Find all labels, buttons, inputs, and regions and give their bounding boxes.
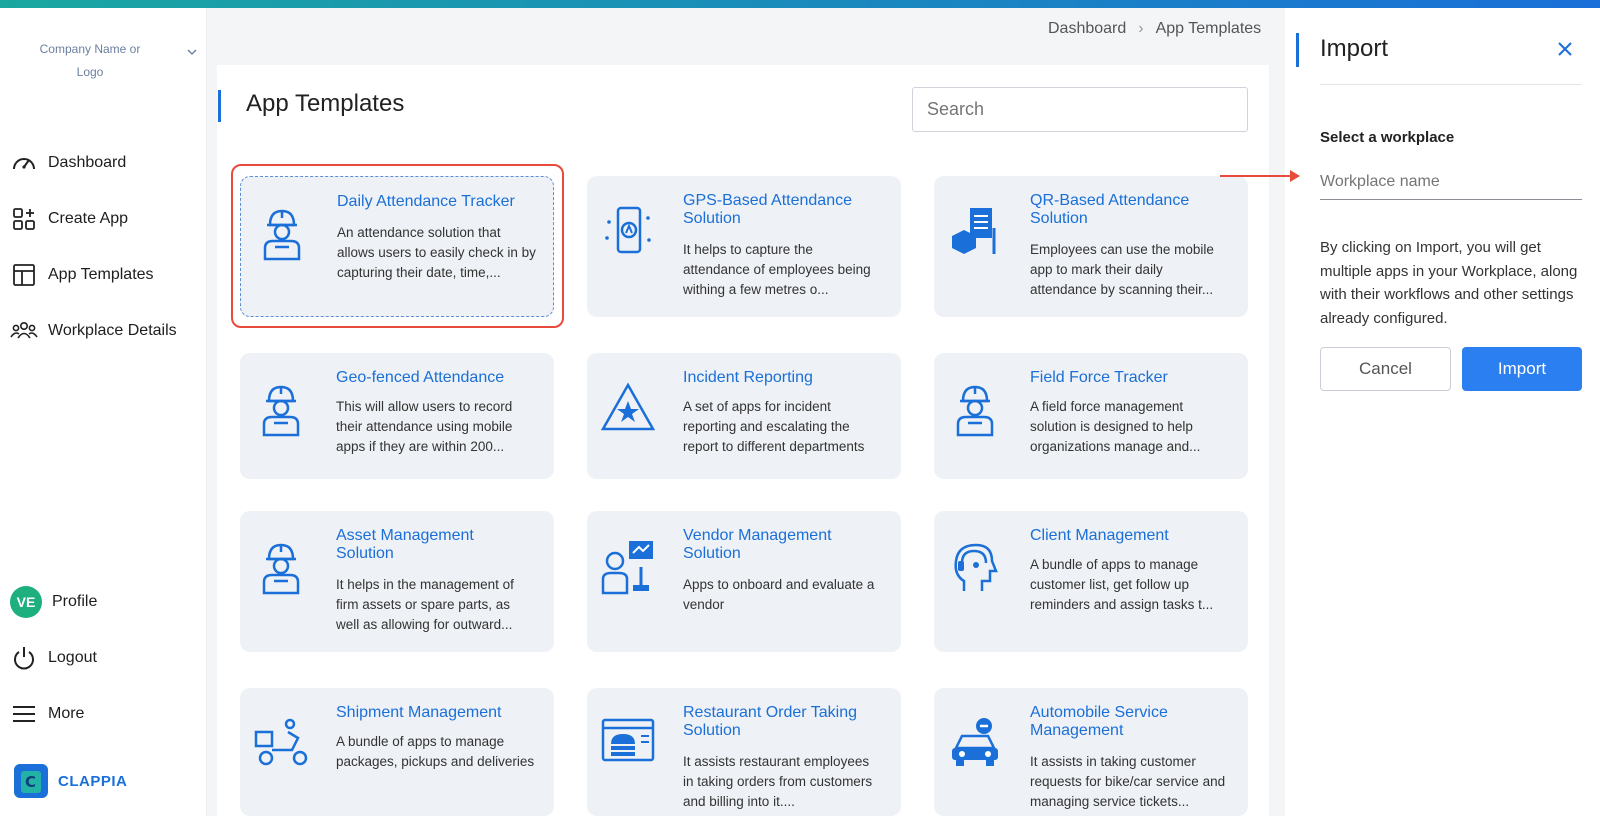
create-app-grid-icon — [10, 205, 38, 233]
template-card-shipment-management[interactable]: Shipment Management A bundle of apps to … — [240, 688, 554, 816]
card-title: Client Management — [1030, 527, 1169, 544]
card-description: A field force management solution is des… — [1030, 399, 1201, 454]
card-title: Restaurant Order Taking Solution — [683, 704, 858, 739]
card-description: It assists restaurant employees in takin… — [683, 754, 873, 809]
card-description: This will allow users to record their at… — [336, 399, 513, 454]
power-icon — [10, 644, 38, 672]
card-description: A bundle of apps to manage packages, pic… — [336, 734, 535, 769]
divider — [1320, 84, 1582, 85]
select-workplace-label: Select a workplace — [1320, 129, 1455, 146]
top-accent-bar — [0, 0, 1600, 8]
card-description: Apps to onboard and evaluate a vendor — [683, 577, 875, 612]
templates-layout-icon — [10, 261, 38, 289]
vendor-presentation-icon — [601, 541, 653, 595]
breadcrumb-dashboard[interactable]: Dashboard — [1048, 20, 1126, 38]
template-card-client-management[interactable]: Client Management A bundle of apps to ma… — [934, 511, 1248, 652]
documents-box-icon — [952, 208, 996, 254]
card-description: It helps to capture the attendance of em… — [683, 242, 871, 297]
warning-triangle-icon — [600, 382, 656, 431]
card-description: It assists in taking customer requests f… — [1030, 754, 1226, 809]
sidebar-item-label: Dashboard — [48, 154, 127, 171]
card-description: A bundle of apps to manage customer list… — [1030, 557, 1214, 612]
close-icon[interactable] — [1556, 40, 1574, 58]
import-info-text: By clicking on Import, you will get mult… — [1320, 239, 1578, 327]
company-name-logo[interactable]: Company Name or Logo — [30, 38, 150, 84]
card-description: Employees can use the mobile app to mark… — [1030, 242, 1214, 297]
phone-location-icon — [605, 206, 651, 254]
workplace-name-field[interactable] — [1320, 164, 1582, 200]
sidebar-item-create-app[interactable]: Create App — [10, 201, 200, 237]
sidebar-item-profile[interactable]: VE Profile — [10, 584, 200, 620]
avatar: VE — [10, 586, 42, 618]
template-card-qr-attendance[interactable]: QR-Based Attendance Solution Employees c… — [934, 176, 1248, 317]
car-wrench-icon — [952, 718, 998, 766]
card-title: Automobile Service Management — [1030, 704, 1168, 739]
users-group-icon — [10, 317, 38, 345]
arrow-right-icon — [1220, 170, 1300, 182]
sidebar-item-dashboard[interactable]: Dashboard — [10, 145, 200, 181]
burger-screen-icon — [601, 718, 655, 762]
card-title: Incident Reporting — [683, 369, 813, 386]
sidebar-item-more[interactable]: More — [10, 696, 200, 732]
sidebar-item-label: More — [48, 705, 85, 722]
template-card-geo-fenced[interactable]: Geo-fenced Attendance This will allow us… — [240, 353, 554, 479]
clappia-logo-icon: C — [14, 764, 48, 798]
sidebar-item-workplace-details[interactable]: Workplace Details — [10, 313, 200, 349]
page-title: App Templates — [246, 90, 405, 117]
template-card-field-force[interactable]: Field Force Tracker A field force manage… — [934, 353, 1248, 479]
brand-name: CLAPPIA — [58, 772, 128, 790]
card-description: It helps in the management of firm asset… — [336, 577, 514, 632]
import-accent-bar — [1296, 33, 1299, 67]
menu-icon — [10, 700, 38, 728]
card-title: Asset Management Solution — [336, 527, 474, 562]
cancel-button[interactable]: Cancel — [1320, 347, 1451, 391]
sidebar-item-logout[interactable]: Logout — [10, 640, 200, 676]
card-title: Shipment Management — [336, 704, 502, 721]
selection-highlight — [231, 164, 564, 328]
sidebar-item-app-templates[interactable]: App Templates — [10, 257, 200, 293]
sidebar-item-label: Logout — [48, 649, 97, 666]
sidebar-item-label: Workplace Details — [48, 322, 177, 339]
card-title: QR-Based Attendance Solution — [1030, 192, 1190, 227]
dashboard-gauge-icon — [10, 149, 38, 177]
template-card-gps-attendance[interactable]: GPS-Based Attendance Solution It helps t… — [587, 176, 901, 317]
sidebar-item-label: App Templates — [48, 266, 154, 283]
search-input[interactable] — [912, 87, 1248, 132]
breadcrumb: Dashboard › App Templates — [1048, 20, 1261, 38]
sidebar-item-label: Create App — [48, 210, 129, 227]
template-card-incident-reporting[interactable]: Incident Reporting A set of apps for inc… — [587, 353, 901, 479]
delivery-scooter-icon — [254, 718, 308, 766]
import-button[interactable]: Import — [1462, 347, 1582, 391]
card-description: A set of apps for incident reporting and… — [683, 399, 865, 454]
breadcrumb-app-templates: App Templates — [1155, 20, 1262, 37]
worker-icon — [262, 543, 300, 595]
chevron-right-icon: › — [1138, 20, 1144, 37]
card-title: Vendor Management Solution — [683, 527, 832, 562]
title-accent-bar — [218, 90, 221, 122]
import-panel-title: Import — [1320, 35, 1389, 62]
card-title: Geo-fenced Attendance — [336, 369, 505, 386]
template-card-automobile-service[interactable]: Automobile Service Management It assists… — [934, 688, 1248, 816]
chevron-down-icon[interactable] — [186, 46, 198, 58]
card-title: Field Force Tracker — [1030, 369, 1168, 386]
sidebar: Company Name or Logo Dashboard Create Ap… — [0, 8, 207, 816]
worker-icon — [262, 385, 300, 437]
head-headset-icon — [954, 543, 998, 591]
card-title: GPS-Based Attendance Solution — [683, 192, 852, 227]
template-card-asset-management[interactable]: Asset Management Solution It helps in th… — [240, 511, 554, 652]
brand-logo[interactable]: C CLAPPIA — [14, 764, 127, 798]
sidebar-item-label: Profile — [52, 593, 98, 610]
template-card-restaurant-order[interactable]: Restaurant Order Taking Solution It assi… — [587, 688, 901, 816]
worker-icon — [956, 385, 994, 437]
template-card-vendor-management[interactable]: Vendor Management Solution Apps to onboa… — [587, 511, 901, 652]
